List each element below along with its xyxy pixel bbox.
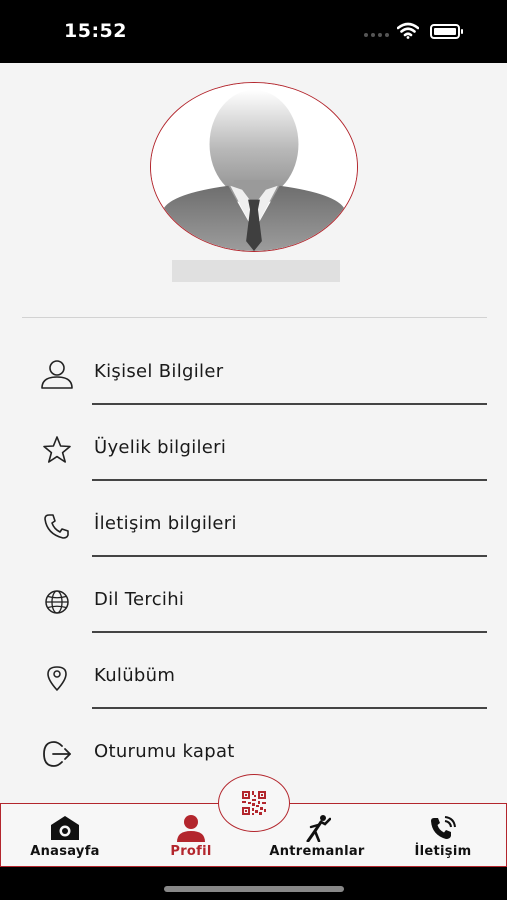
- menu-divider: [92, 479, 487, 481]
- menu-label: Oturumu kapat: [94, 741, 235, 762]
- wifi-icon: [397, 22, 419, 39]
- tab-contact[interactable]: İletişim: [383, 804, 503, 866]
- logout-icon: [40, 737, 74, 771]
- profile-icon: [175, 814, 207, 842]
- star-icon: [40, 433, 74, 467]
- tab-label: Profil: [170, 844, 212, 859]
- menu-divider: [92, 707, 487, 709]
- qr-code-button[interactable]: [218, 774, 290, 832]
- menu-divider: [92, 555, 487, 557]
- status-time: 15:52: [64, 20, 127, 42]
- menu-label: Dil Tercihi: [94, 589, 185, 610]
- menu-item-contact-info[interactable]: İletişim bilgileri: [0, 493, 507, 569]
- workout-icon: [303, 814, 331, 842]
- signal-icon: [364, 33, 389, 37]
- menu-divider: [92, 403, 487, 405]
- menu-label: İletişim bilgileri: [94, 513, 237, 534]
- qr-code-icon: [242, 791, 266, 815]
- profile-avatar[interactable]: [150, 82, 358, 252]
- home-indicator-area: [0, 867, 507, 900]
- tab-home[interactable]: Anasayfa: [5, 804, 125, 866]
- phone-icon: [40, 509, 74, 543]
- battery-icon: [430, 24, 463, 39]
- menu-item-personal-info[interactable]: Kişisel Bilgiler: [0, 341, 507, 417]
- tab-label: İletişim: [414, 844, 472, 859]
- phone-call-icon: [429, 814, 457, 842]
- home-indicator[interactable]: [164, 886, 344, 892]
- profile-name-placeholder: [172, 260, 340, 282]
- menu-item-membership[interactable]: Üyelik bilgileri: [0, 417, 507, 493]
- profile-screen: Kişisel Bilgiler Üyelik bilgileri İletiş…: [0, 63, 507, 900]
- menu-label: Kişisel Bilgiler: [94, 361, 224, 382]
- avatar-silhouette-icon: [151, 83, 357, 251]
- user-icon: [40, 357, 74, 391]
- menu-item-language[interactable]: Dil Tercihi: [0, 569, 507, 645]
- menu-label: Üyelik bilgileri: [94, 437, 227, 458]
- menu-item-my-club[interactable]: Kulübüm: [0, 645, 507, 721]
- status-bar: 15:52: [0, 0, 507, 63]
- tab-label: Anasayfa: [30, 844, 100, 859]
- globe-icon: [40, 585, 74, 619]
- divider: [22, 317, 487, 318]
- location-pin-icon: [40, 661, 74, 695]
- menu-divider: [92, 631, 487, 633]
- tab-label: Antremanlar: [269, 844, 365, 859]
- home-camera-icon: [49, 814, 81, 842]
- menu-label: Kulübüm: [94, 665, 176, 686]
